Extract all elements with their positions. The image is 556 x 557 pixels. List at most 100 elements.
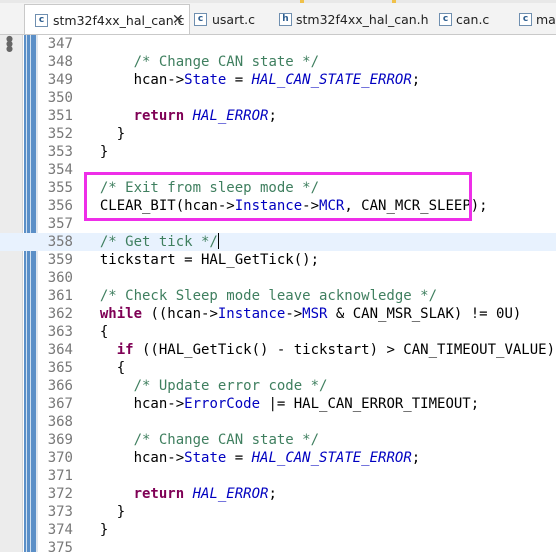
code-token: /* Update error code */ xyxy=(133,378,328,394)
code-token: HAL_CAN_STATE_ERROR xyxy=(251,450,412,466)
code-token: /* Change CAN state */ xyxy=(133,432,320,448)
tab-usart-c[interactable]: c usart.c xyxy=(192,4,272,34)
code-line[interactable]: 373 } xyxy=(0,503,556,521)
code-token: HAL_ERROR xyxy=(192,108,269,124)
code-token: /* Check Sleep mode leave acknowledge */ xyxy=(99,288,438,304)
code-line[interactable]: 350 xyxy=(0,89,556,107)
line-number: 369 xyxy=(47,432,73,448)
code-line[interactable]: 361 /* Check Sleep mode leave acknowledg… xyxy=(0,287,556,305)
code-token: } xyxy=(83,522,109,538)
code-token: State xyxy=(184,450,227,466)
tab-label: can.c xyxy=(456,12,490,27)
code-line[interactable]: 359 tickstart = HAL_GetTick(); xyxy=(0,251,556,269)
code-token: -> xyxy=(285,306,303,322)
code-line[interactable]: 349 hcan->State = HAL_CAN_STATE_ERROR; xyxy=(0,71,556,89)
h-file-icon: h xyxy=(279,13,292,26)
line-number: 348 xyxy=(47,54,73,70)
tab-stm32f4xx-hal-can-c[interactable]: c stm32f4xx_hal_can.c ✕ xyxy=(24,4,190,34)
line-number: 366 xyxy=(47,378,73,394)
line-number: 370 xyxy=(47,450,73,466)
code-text: /* Change CAN state */ xyxy=(83,431,319,449)
code-line[interactable]: 360 xyxy=(0,269,556,287)
code-token: } xyxy=(83,144,109,160)
tab-main-c[interactable]: c main xyxy=(517,4,556,34)
code-text: } xyxy=(83,521,108,539)
line-number: 375 xyxy=(47,540,73,556)
code-token: |= HAL_CAN_ERROR_TIMEOUT; xyxy=(260,396,480,412)
line-number: 350 xyxy=(47,90,73,106)
code-text: if ((HAL_GetTick() - tickstart) > CAN_TI… xyxy=(83,341,555,359)
code-line[interactable]: 351 return HAL_ERROR; xyxy=(0,107,556,125)
line-number: 364 xyxy=(47,342,73,358)
code-text: while ((hcan->Instance->MSR & CAN_MSR_SL… xyxy=(83,305,521,323)
code-text: /* Change CAN state */ xyxy=(83,53,319,71)
code-token: /* Get tick */ xyxy=(99,234,218,250)
code-text: hcan->State = HAL_CAN_STATE_ERROR; xyxy=(83,449,421,467)
code-line[interactable]: 364 if ((HAL_GetTick() - tickstart) > CA… xyxy=(0,341,556,359)
code-line[interactable]: 374 } xyxy=(0,521,556,539)
code-token: { xyxy=(83,360,126,376)
line-number: 367 xyxy=(47,396,73,412)
code-line[interactable]: 362 while ((hcan->Instance->MSR & CAN_MS… xyxy=(0,305,556,323)
line-number: 372 xyxy=(47,486,73,502)
line-number: 359 xyxy=(47,252,73,268)
line-number: 373 xyxy=(47,504,73,520)
code-line[interactable]: 363 { xyxy=(0,323,556,341)
line-number: 355 xyxy=(47,180,73,196)
line-number: 347 xyxy=(47,36,73,52)
code-token: if xyxy=(116,342,134,358)
code-text: hcan->ErrorCode |= HAL_CAN_ERROR_TIMEOUT… xyxy=(83,395,480,413)
code-text: { xyxy=(83,359,125,377)
code-token: = xyxy=(226,450,252,466)
code-token: return xyxy=(133,108,185,124)
code-token: while xyxy=(99,306,143,322)
code-token: } xyxy=(83,504,126,520)
code-token: Instance xyxy=(217,306,286,322)
tab-can-c[interactable]: c can.c xyxy=(437,4,507,34)
code-line[interactable]: 365 { xyxy=(0,359,556,377)
line-number: 362 xyxy=(47,306,73,322)
text-cursor xyxy=(217,233,220,249)
c-file-icon: c xyxy=(439,13,452,26)
code-token: tickstart = HAL_GetTick(); xyxy=(83,252,320,268)
code-line[interactable]: 370 hcan->State = HAL_CAN_STATE_ERROR; xyxy=(0,449,556,467)
code-line[interactable]: 347 xyxy=(0,35,556,53)
tab-label: stm32f4xx_hal_can.h xyxy=(296,12,429,27)
code-line[interactable]: 369 /* Change CAN state */ xyxy=(0,431,556,449)
tab-stm32f4xx-hal-can-h[interactable]: h stm32f4xx_hal_can.h xyxy=(277,4,429,34)
line-number: 358 xyxy=(47,234,73,250)
code-line[interactable]: 368 xyxy=(0,413,556,431)
code-token: & CAN_MSR_SLAK) != 0U) xyxy=(327,306,522,322)
code-line[interactable]: 367 hcan->ErrorCode |= HAL_CAN_ERROR_TIM… xyxy=(0,395,556,413)
line-number: 365 xyxy=(47,360,73,376)
line-number: 357 xyxy=(47,216,73,232)
code-token: ; xyxy=(268,108,277,124)
code-line[interactable]: 371 xyxy=(0,467,556,485)
code-line[interactable]: 375 xyxy=(0,539,556,557)
line-number: 374 xyxy=(47,522,73,538)
code-line[interactable]: 353 } xyxy=(0,143,556,161)
code-text: return HAL_ERROR; xyxy=(83,107,277,125)
close-tab-icon[interactable]: ✕ xyxy=(172,12,184,28)
line-number: 363 xyxy=(47,324,73,340)
tab-label: usart.c xyxy=(212,12,255,27)
code-line[interactable]: 372 return HAL_ERROR; xyxy=(0,485,556,503)
tab-label: main xyxy=(536,12,556,27)
code-token: return xyxy=(133,486,185,502)
line-number: 354 xyxy=(47,162,73,178)
code-line[interactable]: 366 /* Update error code */ xyxy=(0,377,556,395)
code-line[interactable]: 348 /* Change CAN state */ xyxy=(0,53,556,71)
code-token: ((hcan-> xyxy=(142,306,218,322)
code-line[interactable]: 352 } xyxy=(0,125,556,143)
code-line[interactable]: 358 /* Get tick */ xyxy=(0,233,556,251)
highlight-box-exit-sleep xyxy=(84,172,472,221)
code-text: /* Get tick */ xyxy=(83,233,220,251)
code-text: return HAL_ERROR; xyxy=(83,485,277,503)
